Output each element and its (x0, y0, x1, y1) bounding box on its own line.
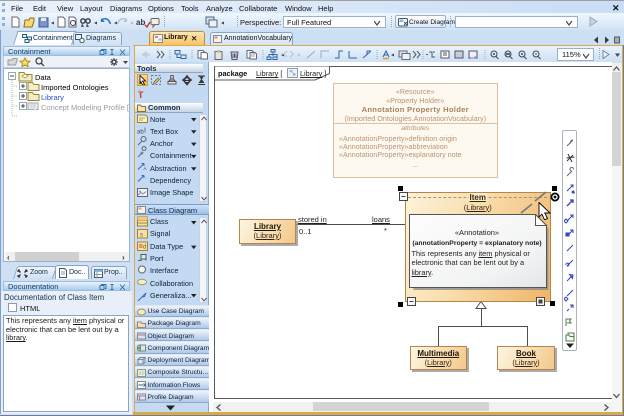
svg-text:ab: ab (137, 129, 144, 135)
svg-text:s: s (140, 232, 143, 238)
svg-text:ab: ab (136, 18, 145, 27)
svg-text:A: A (144, 166, 147, 171)
svg-text:a: a (572, 189, 575, 194)
svg-text:d: d (143, 244, 146, 250)
